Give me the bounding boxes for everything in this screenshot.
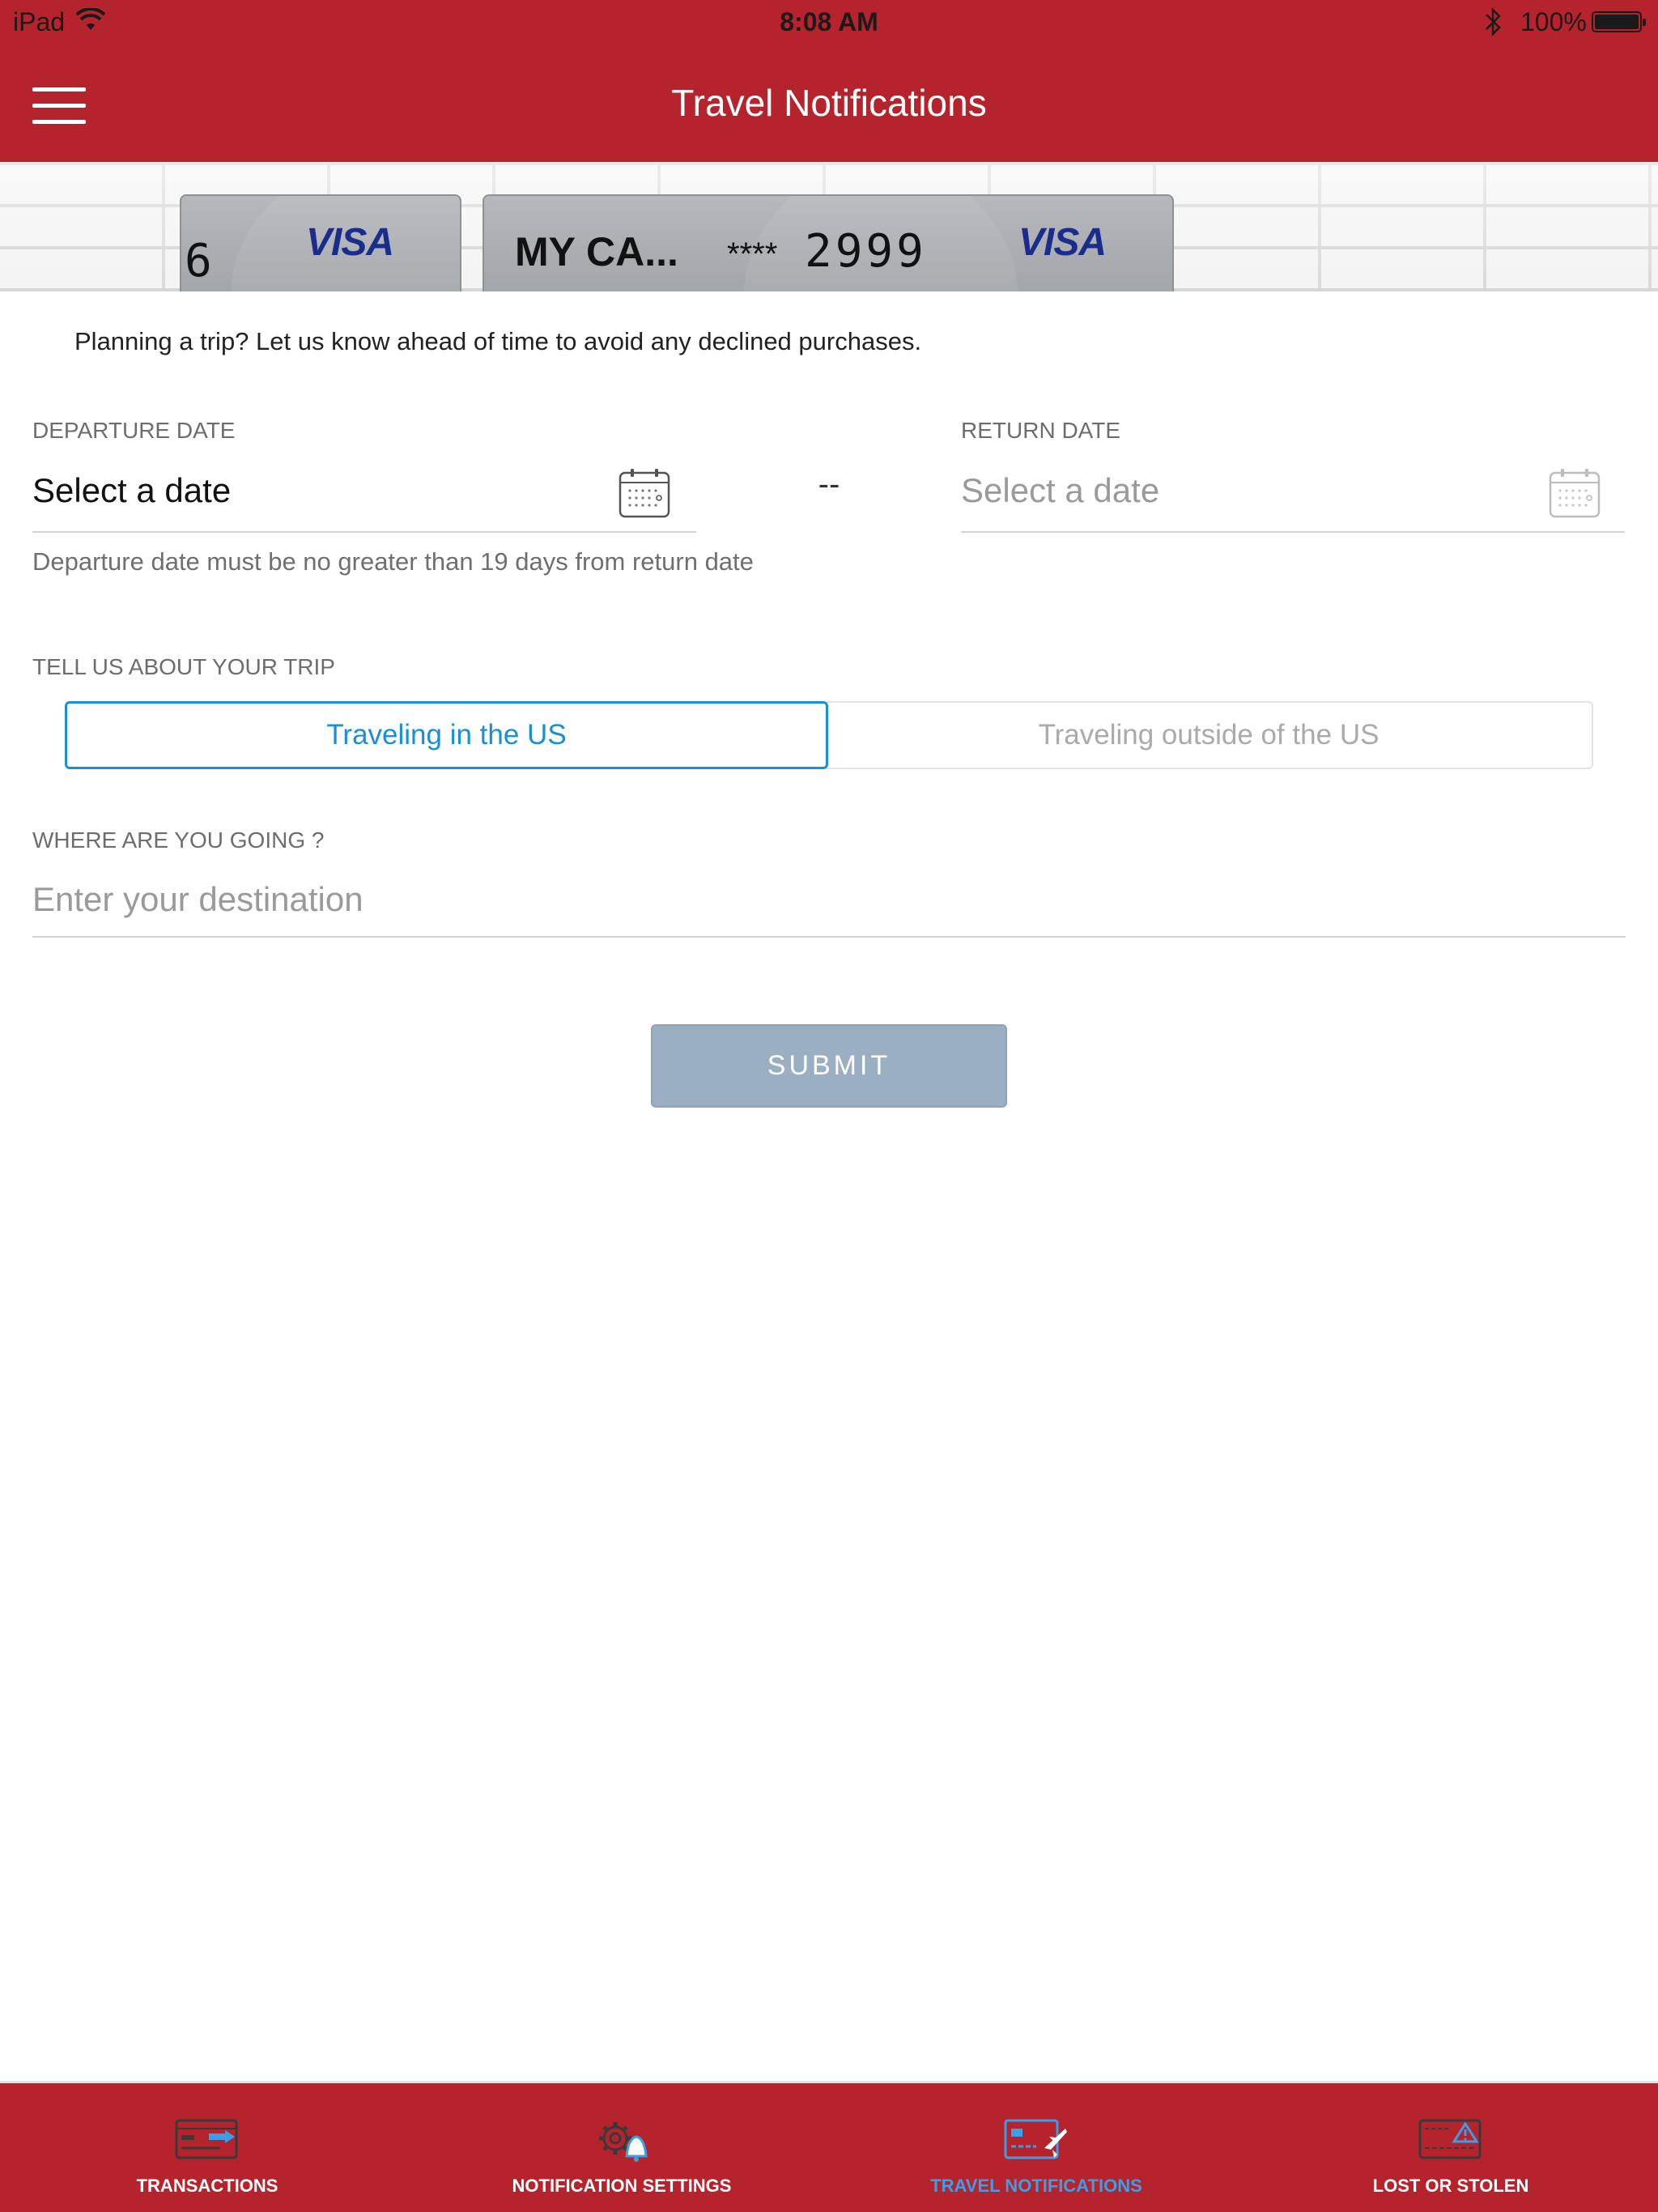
return-date-label: RETURN DATE bbox=[961, 418, 1121, 443]
trip-label: TELL US ABOUT YOUR TRIP bbox=[32, 654, 335, 679]
traveling-in-us-option[interactable]: Traveling in the US bbox=[65, 701, 828, 769]
tab-notification-settings-label: NOTIFICATION SETTINGS bbox=[512, 2176, 732, 2196]
card-last-four: 2999 bbox=[805, 225, 927, 278]
tab-notification-settings[interactable]: NOTIFICATION SETTINGS bbox=[414, 2083, 829, 2212]
departure-date-value: Select a date bbox=[32, 471, 232, 509]
battery-percent: 100% bbox=[1520, 7, 1587, 36]
card-mask: **** bbox=[727, 236, 778, 272]
trip-type-segmented-control: Traveling in the US Traveling outside of… bbox=[65, 701, 1593, 769]
card-name: MY CA... bbox=[515, 229, 678, 274]
card-tile[interactable]: 6 VISA bbox=[180, 194, 461, 291]
submit-button[interactable]: SUBMIT bbox=[651, 1024, 1007, 1108]
visa-logo: VISA bbox=[1018, 221, 1107, 264]
card-number-fragment: 6 bbox=[185, 235, 212, 287]
destination-input[interactable] bbox=[32, 863, 1626, 938]
destination-label: WHERE ARE YOU GOING ? bbox=[32, 827, 325, 853]
bottom-tab-bar: TRANSACTIONS NOTIFICATION SETTINGS TRAVE… bbox=[0, 2081, 1658, 2212]
departure-date-field[interactable]: Select a date bbox=[32, 453, 696, 533]
top-bar: iPad 8:08 AM 100% Travel Notifications bbox=[0, 0, 1658, 162]
date-separator: -- bbox=[818, 466, 840, 502]
card-plane-icon bbox=[1004, 2119, 1067, 2159]
tab-transactions-label: TRANSACTIONS bbox=[136, 2176, 278, 2196]
tab-travel-notifications[interactable]: TRAVEL NOTIFICATIONS bbox=[829, 2083, 1244, 2212]
return-date-field[interactable]: Select a date bbox=[961, 453, 1625, 533]
page-title: Travel Notifications bbox=[671, 82, 987, 124]
card-tile-selected[interactable]: MY CA... **** 2999 VISA bbox=[483, 194, 1174, 291]
transactions-card-icon bbox=[175, 2119, 238, 2159]
status-bar: iPad 8:08 AM 100% bbox=[0, 0, 1658, 44]
return-date-value: Select a date bbox=[961, 471, 1160, 509]
gear-bell-icon bbox=[599, 2122, 648, 2162]
intro-text: Planning a trip? Let us know ahead of ti… bbox=[74, 327, 922, 355]
departure-date-label: DEPARTURE DATE bbox=[32, 418, 236, 443]
tab-lost-or-stolen-label: LOST OR STOLEN bbox=[1372, 2176, 1529, 2196]
traveling-outside-us-option[interactable]: Traveling outside of the US bbox=[826, 701, 1593, 769]
card-carousel[interactable]: 6 VISA MY CA... **** 2999 VISA bbox=[0, 162, 1658, 291]
tab-travel-notifications-label: TRAVEL NOTIFICATIONS bbox=[930, 2176, 1142, 2196]
visa-logo: VISA bbox=[306, 221, 394, 264]
calendar-icon bbox=[619, 469, 670, 518]
tab-lost-or-stolen[interactable]: LOST OR STOLEN bbox=[1244, 2083, 1658, 2212]
tab-transactions[interactable]: TRANSACTIONS bbox=[0, 2083, 414, 2212]
date-hint: Departure date must be no greater than 1… bbox=[32, 547, 754, 576]
battery-icon bbox=[1592, 11, 1646, 32]
card-warning-icon bbox=[1418, 2119, 1482, 2159]
calendar-icon bbox=[1549, 469, 1601, 518]
bluetooth-icon bbox=[1486, 6, 1501, 37]
clock: 8:08 AM bbox=[780, 7, 878, 36]
